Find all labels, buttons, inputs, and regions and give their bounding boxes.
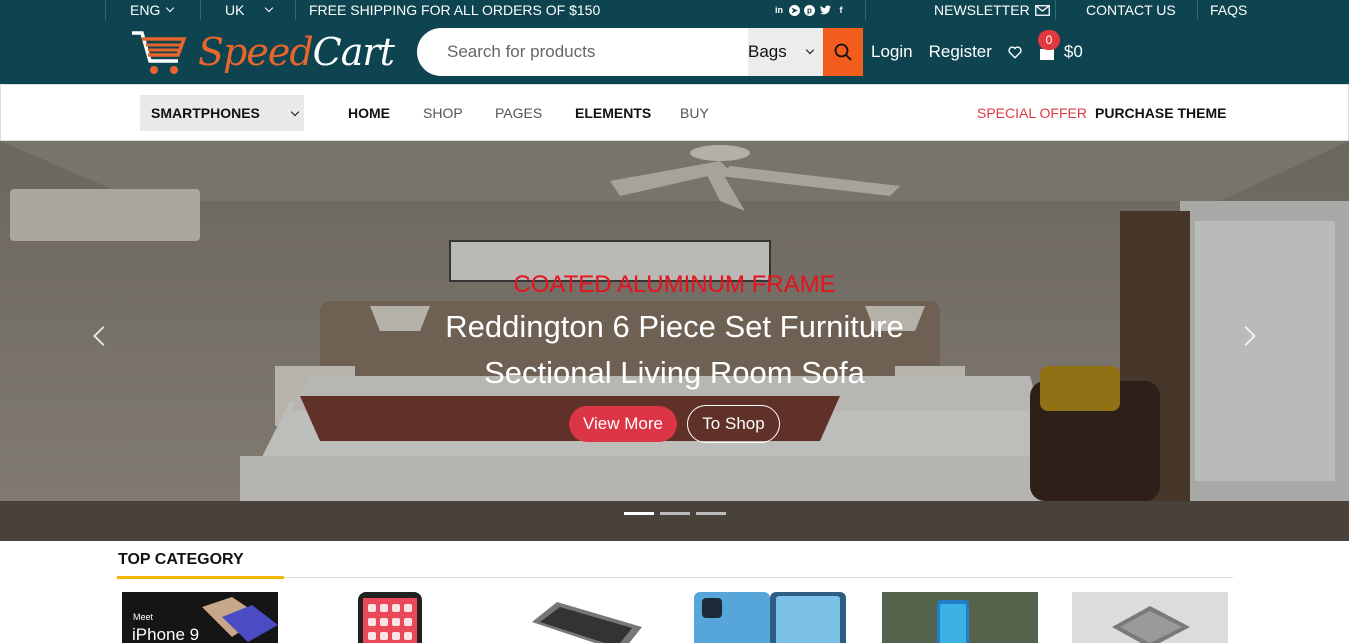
twitter-icon[interactable] [819, 4, 831, 16]
category-card-phone5[interactable] [882, 592, 1038, 643]
laptop-image [1112, 606, 1190, 643]
login-link[interactable]: Login [871, 42, 913, 62]
top-category-title: TOP CATEGORY [118, 551, 244, 568]
logo-text-part1: Speed [198, 30, 314, 74]
chevron-down-icon [166, 3, 175, 13]
to-shop-button[interactable]: To Shop [687, 405, 780, 443]
contact-link[interactable]: CONTACT US [1055, 0, 1198, 20]
logo-text-part2: Cart [312, 30, 395, 74]
phone-image [882, 592, 1038, 643]
slider-dots [624, 512, 726, 515]
newsletter-label: NEWSLETTER [934, 2, 1030, 18]
search-icon [834, 43, 852, 61]
slider-dot[interactable] [660, 512, 690, 515]
country-label: UK [225, 2, 245, 18]
contact-label: CONTACT US [1086, 2, 1176, 18]
search-category-value: Bags [748, 42, 787, 61]
category-card-iphone9[interactable]: Meet iPhone 9 [122, 592, 278, 643]
view-more-button[interactable]: View More [569, 406, 677, 442]
card-caption-big: iPhone 9 [132, 625, 200, 643]
faqs-link[interactable]: FAQS [1197, 0, 1349, 20]
faqs-label: FAQS [1210, 2, 1248, 18]
nav-special-offer[interactable]: SPECIAL OFFER [977, 105, 1087, 121]
category-select-value: SMARTPHONES [151, 105, 260, 121]
slider-dot[interactable] [624, 512, 654, 515]
chevron-down-icon [265, 3, 274, 13]
shipping-notice: FREE SHIPPING FOR ALL ORDERS OF $150 [295, 0, 775, 20]
section-divider [117, 577, 1233, 578]
hero-subtitle: COATED ALUMINUM FRAME [513, 271, 836, 298]
chevron-down-icon [805, 45, 814, 55]
social-links: in ➤ p f [773, 4, 847, 16]
cart-count-badge: 0 [1038, 30, 1060, 50]
search-button[interactable] [823, 28, 863, 76]
category-card-phone2[interactable] [312, 592, 468, 643]
logo[interactable]: SpeedCart [130, 26, 395, 78]
category-card-phone3[interactable] [502, 592, 658, 643]
category-card-laptop[interactable] [1072, 592, 1228, 643]
search-bar: Search for products Bags [417, 28, 863, 76]
section-title-underline [117, 576, 284, 579]
language-selector[interactable]: ENG [105, 0, 201, 20]
nav-pages[interactable]: PAGES [495, 105, 542, 121]
pinterest-icon[interactable]: p [804, 4, 815, 16]
shipping-notice-text: FREE SHIPPING FOR ALL ORDERS OF $150 [309, 2, 601, 18]
main-header: SpeedCart Search for products Bags Login… [0, 20, 1349, 84]
category-select[interactable]: SMARTPHONES [140, 95, 304, 131]
mail-icon [1034, 4, 1050, 16]
country-selector[interactable]: UK [200, 0, 296, 20]
chevron-down-icon [290, 107, 300, 117]
phone-image [202, 597, 278, 642]
category-card-phone4[interactable] [692, 592, 848, 643]
main-nav: SMARTPHONES HOME SHOP PAGES ELEMENTS BUY… [0, 84, 1349, 141]
search-input[interactable]: Search for products [447, 42, 595, 62]
facebook-icon[interactable]: f [835, 4, 847, 16]
nav-buy[interactable]: BUY [680, 105, 709, 121]
hero-slider: COATED ALUMINUM FRAME Reddington 6 Piece… [0, 141, 1349, 541]
hero-title-line2: Sectional Living Room Sofa [484, 355, 865, 390]
phone-image [694, 592, 846, 643]
wishlist-heart-icon[interactable] [1008, 45, 1022, 59]
cart-logo-icon [132, 31, 187, 74]
logo-text: SpeedCart [198, 30, 395, 74]
hero-title-line1: Reddington 6 Piece Set Furniture [445, 309, 904, 344]
nav-shop[interactable]: SHOP [423, 105, 463, 121]
top-bar: ENG UK FREE SHIPPING FOR ALL ORDERS OF $… [0, 0, 1349, 20]
search-category-select[interactable]: Bags [748, 28, 823, 76]
newsletter-link[interactable]: NEWSLETTER [865, 0, 1056, 20]
cart-total: $0 [1063, 42, 1083, 61]
phone-image [358, 592, 422, 643]
phone-image [532, 602, 642, 643]
nav-elements[interactable]: ELEMENTS [575, 105, 651, 121]
telegram-icon[interactable]: ➤ [789, 4, 800, 16]
nav-purchase-theme[interactable]: PURCHASE THEME [1095, 105, 1226, 121]
card-caption-small: Meet [133, 612, 154, 622]
slider-dot[interactable] [696, 512, 726, 515]
language-label: ENG [130, 2, 161, 18]
nav-home[interactable]: HOME [348, 105, 390, 121]
linkedin-icon[interactable]: in [773, 4, 785, 16]
register-link[interactable]: Register [929, 42, 992, 62]
